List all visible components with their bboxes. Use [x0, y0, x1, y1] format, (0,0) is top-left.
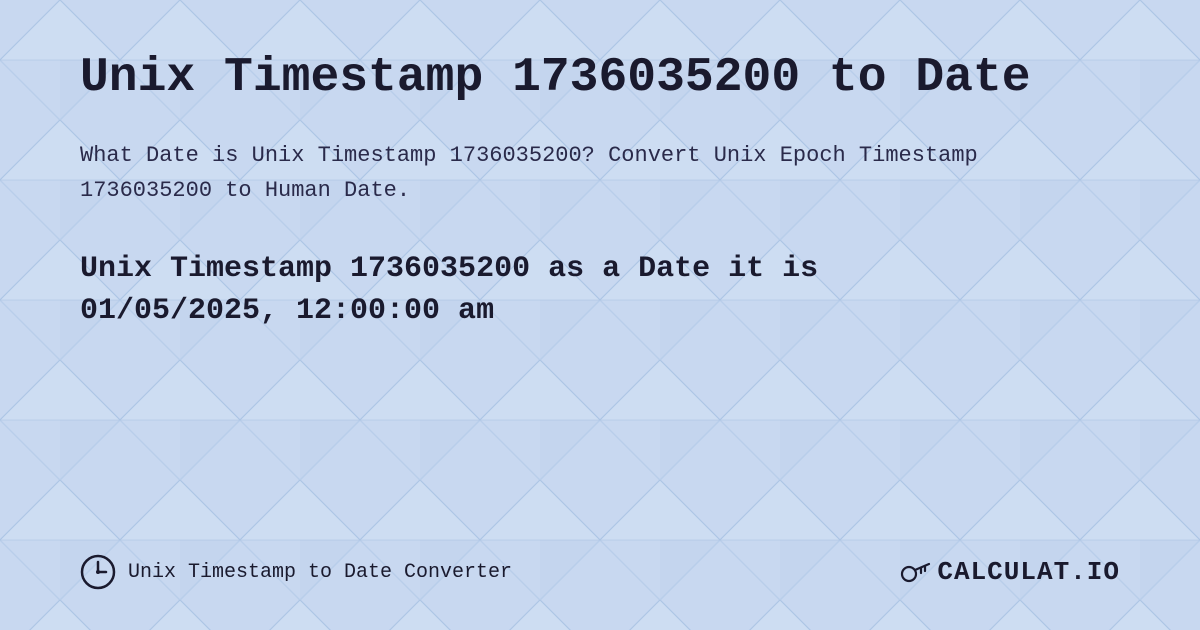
result-section: Unix Timestamp 1736035200 as a Date it i… — [80, 248, 1120, 332]
description-text: What Date is Unix Timestamp 1736035200? … — [80, 138, 1120, 208]
result-line1: Unix Timestamp 1736035200 as a Date it i… — [80, 252, 818, 286]
logo-icon — [899, 556, 931, 588]
logo-text: CALCULAT.IO — [937, 557, 1120, 587]
footer: Unix Timestamp to Date Converter CALCULA… — [80, 534, 1120, 590]
clock-icon — [80, 554, 116, 590]
logo: CALCULAT.IO — [899, 556, 1120, 588]
result-line2: 01/05/2025, 12:00:00 am — [80, 294, 494, 328]
footer-label: Unix Timestamp to Date Converter — [128, 561, 512, 584]
footer-left: Unix Timestamp to Date Converter — [80, 554, 512, 590]
result-text: Unix Timestamp 1736035200 as a Date it i… — [80, 248, 1120, 332]
page-title: Unix Timestamp 1736035200 to Date — [80, 50, 1120, 108]
